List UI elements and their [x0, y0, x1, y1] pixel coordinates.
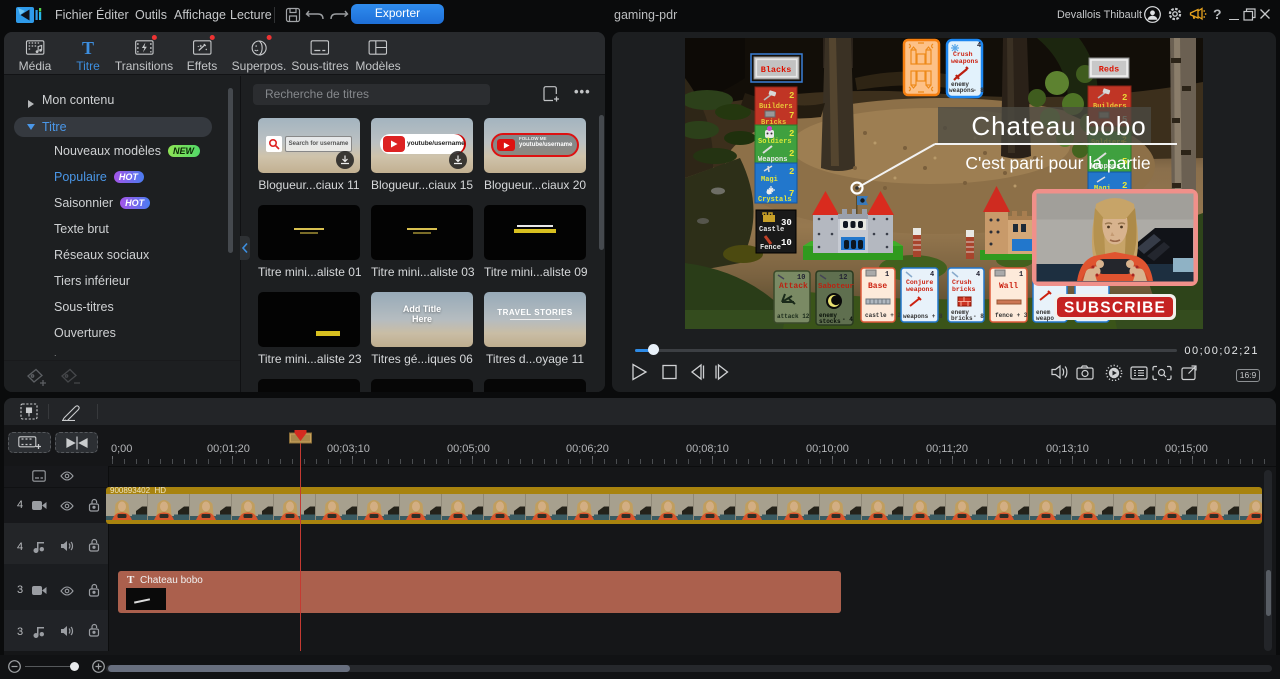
svg-text:Chateau bobo: Chateau bobo — [971, 111, 1146, 141]
svg-text:2: 2 — [789, 167, 794, 177]
svg-text:Crystals: Crystals — [758, 196, 792, 204]
svg-text:weapons: weapons — [906, 286, 933, 293]
svg-text:2: 2 — [789, 129, 794, 139]
svg-text:4: 4 — [930, 271, 934, 279]
svg-text:Wall: Wall — [999, 282, 1018, 291]
svg-text:Conjure: Conjure — [906, 279, 933, 286]
svg-text:30: 30 — [781, 218, 792, 228]
svg-text:weapons + 8: weapons + 8 — [903, 313, 943, 320]
svg-text:1: 1 — [1019, 271, 1023, 279]
svg-text:Soldiers: Soldiers — [758, 138, 792, 146]
svg-text:4: 4 — [976, 271, 980, 279]
svg-text:bricks: bricks — [951, 315, 973, 322]
svg-text:12: 12 — [839, 274, 847, 282]
svg-text:Reds: Reds — [1099, 65, 1119, 75]
svg-text:Magi: Magi — [761, 176, 778, 184]
svg-text:Crush: Crush — [953, 51, 973, 58]
svg-text:castle + 2: castle + 2 — [865, 312, 901, 319]
svg-text:Base: Base — [868, 282, 887, 291]
svg-text:2: 2 — [1122, 93, 1127, 103]
svg-text:7: 7 — [789, 111, 794, 121]
svg-text:weapons: weapons — [951, 58, 978, 65]
svg-text:- 8: - 8 — [973, 313, 984, 320]
svg-text:Blacks: Blacks — [761, 65, 792, 75]
svg-text:4: 4 — [977, 42, 981, 50]
svg-text:Crush: Crush — [952, 279, 972, 286]
svg-text:weapo: weapo — [1036, 315, 1054, 322]
svg-text:fence + 3: fence + 3 — [995, 312, 1028, 319]
svg-text:10: 10 — [781, 238, 792, 248]
svg-text:- 8: - 8 — [973, 87, 984, 94]
svg-text:C'est parti pour la partie: C'est parti pour la partie — [965, 153, 1150, 173]
svg-text:Saboteur: Saboteur — [818, 283, 854, 291]
svg-text:- 4: - 4 — [842, 316, 853, 323]
svg-text:2: 2 — [789, 91, 794, 101]
svg-text:SUBSCRIBE: SUBSCRIBE — [1064, 300, 1166, 317]
svg-text:10: 10 — [797, 274, 805, 282]
svg-text:attack 12: attack 12 — [777, 313, 810, 320]
svg-text:1: 1 — [885, 271, 889, 279]
svg-text:Attack: Attack — [779, 282, 808, 291]
svg-text:Fence: Fence — [760, 244, 781, 252]
svg-text:7: 7 — [789, 189, 794, 199]
svg-text:Builders: Builders — [759, 103, 793, 111]
svg-text:2: 2 — [789, 149, 794, 159]
svg-text:stocks: stocks — [819, 318, 841, 325]
svg-text:weapons: weapons — [949, 87, 975, 94]
svg-text:bricks: bricks — [952, 286, 976, 293]
